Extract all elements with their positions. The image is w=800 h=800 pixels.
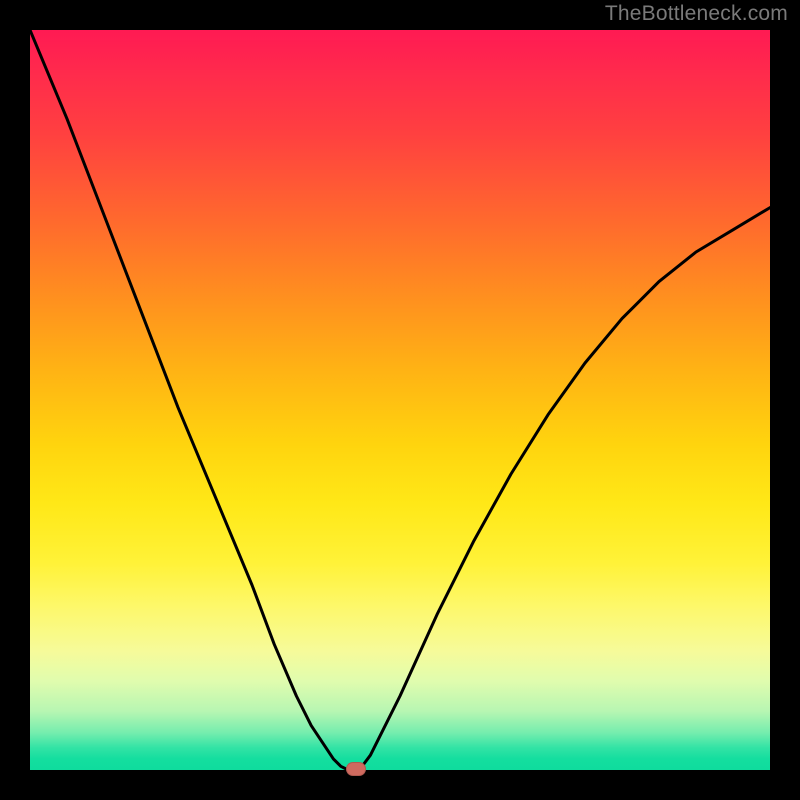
bottleneck-curve-path — [30, 30, 770, 770]
optimal-marker — [346, 762, 366, 776]
watermark-text: TheBottleneck.com — [605, 2, 788, 26]
chart-frame: TheBottleneck.com — [0, 0, 800, 800]
plot-area — [30, 30, 770, 770]
curve-svg — [30, 30, 770, 770]
